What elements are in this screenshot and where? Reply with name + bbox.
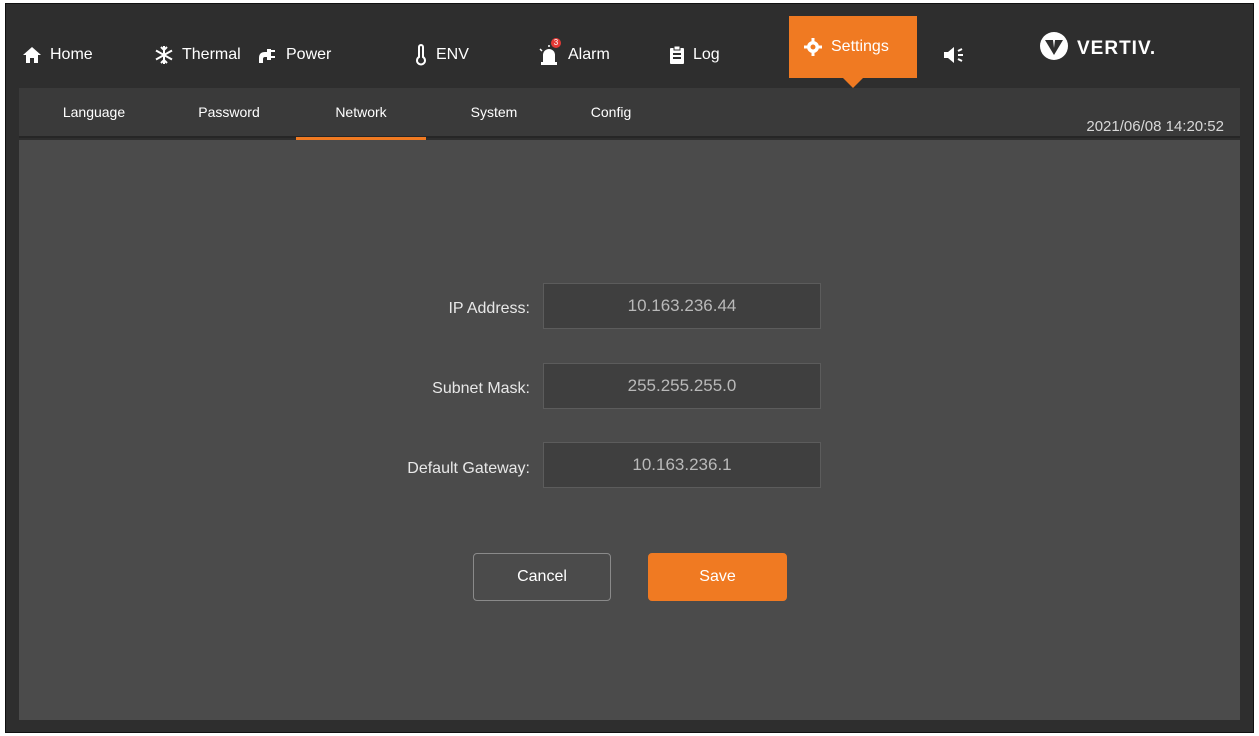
clipboard-icon bbox=[669, 45, 685, 65]
mute-button[interactable] bbox=[943, 40, 967, 70]
save-button[interactable]: Save bbox=[648, 553, 787, 601]
alarm-siren-icon: 3 bbox=[538, 38, 561, 66]
thermometer-icon bbox=[414, 44, 428, 66]
cancel-button[interactable]: Cancel bbox=[473, 553, 611, 601]
settings-subnav: Language Password Network System Config … bbox=[19, 88, 1240, 140]
nav-home-label: Home bbox=[50, 46, 93, 63]
nav-settings[interactable]: Settings bbox=[789, 16, 917, 78]
nav-env-label: ENV bbox=[436, 46, 469, 63]
tab-password[interactable]: Password bbox=[179, 88, 279, 138]
default-gateway-input[interactable] bbox=[543, 442, 821, 488]
gear-icon bbox=[803, 37, 823, 57]
tab-network[interactable]: Network bbox=[296, 88, 426, 140]
nav-home[interactable]: Home bbox=[22, 40, 93, 70]
power-plug-icon bbox=[256, 45, 278, 65]
nav-alarm[interactable]: 3 Alarm bbox=[538, 38, 610, 70]
nav-log[interactable]: Log bbox=[669, 40, 720, 70]
nav-thermal-label: Thermal bbox=[182, 46, 241, 63]
subnet-mask-input[interactable] bbox=[543, 363, 821, 409]
top-navigation: Home Thermal Power ENV 3 Alarm Log Setti… bbox=[6, 4, 1253, 88]
current-datetime: 2021/06/08 14:20:52 bbox=[1086, 118, 1224, 135]
brand-name: VERTIV. bbox=[1077, 38, 1157, 59]
nav-power-label: Power bbox=[286, 46, 332, 63]
nav-power[interactable]: Power bbox=[256, 40, 331, 70]
subnet-mask-label: Subnet Mask: bbox=[432, 380, 530, 397]
ip-address-input[interactable] bbox=[543, 283, 821, 329]
app-frame: Home Thermal Power ENV 3 Alarm Log Setti… bbox=[5, 3, 1254, 733]
tab-config[interactable]: Config bbox=[571, 88, 651, 138]
vertiv-logo-icon bbox=[1039, 31, 1069, 67]
default-gateway-label: Default Gateway: bbox=[407, 460, 530, 477]
ip-address-label: IP Address: bbox=[448, 300, 530, 317]
alarm-count-badge: 3 bbox=[551, 38, 561, 48]
tab-language[interactable]: Language bbox=[49, 88, 139, 138]
speaker-icon bbox=[943, 45, 967, 65]
nav-log-label: Log bbox=[693, 46, 720, 63]
nav-env[interactable]: ENV bbox=[414, 40, 469, 70]
nav-thermal[interactable]: Thermal bbox=[154, 40, 241, 70]
tab-system[interactable]: System bbox=[449, 88, 539, 138]
nav-settings-label: Settings bbox=[831, 38, 889, 55]
home-icon bbox=[22, 45, 42, 65]
snowflake-icon bbox=[154, 45, 174, 65]
nav-alarm-label: Alarm bbox=[568, 46, 610, 63]
network-settings-panel: IP Address: Subnet Mask: Default Gateway… bbox=[19, 140, 1240, 720]
vertiv-logo: VERTIV. bbox=[1039, 31, 1157, 67]
